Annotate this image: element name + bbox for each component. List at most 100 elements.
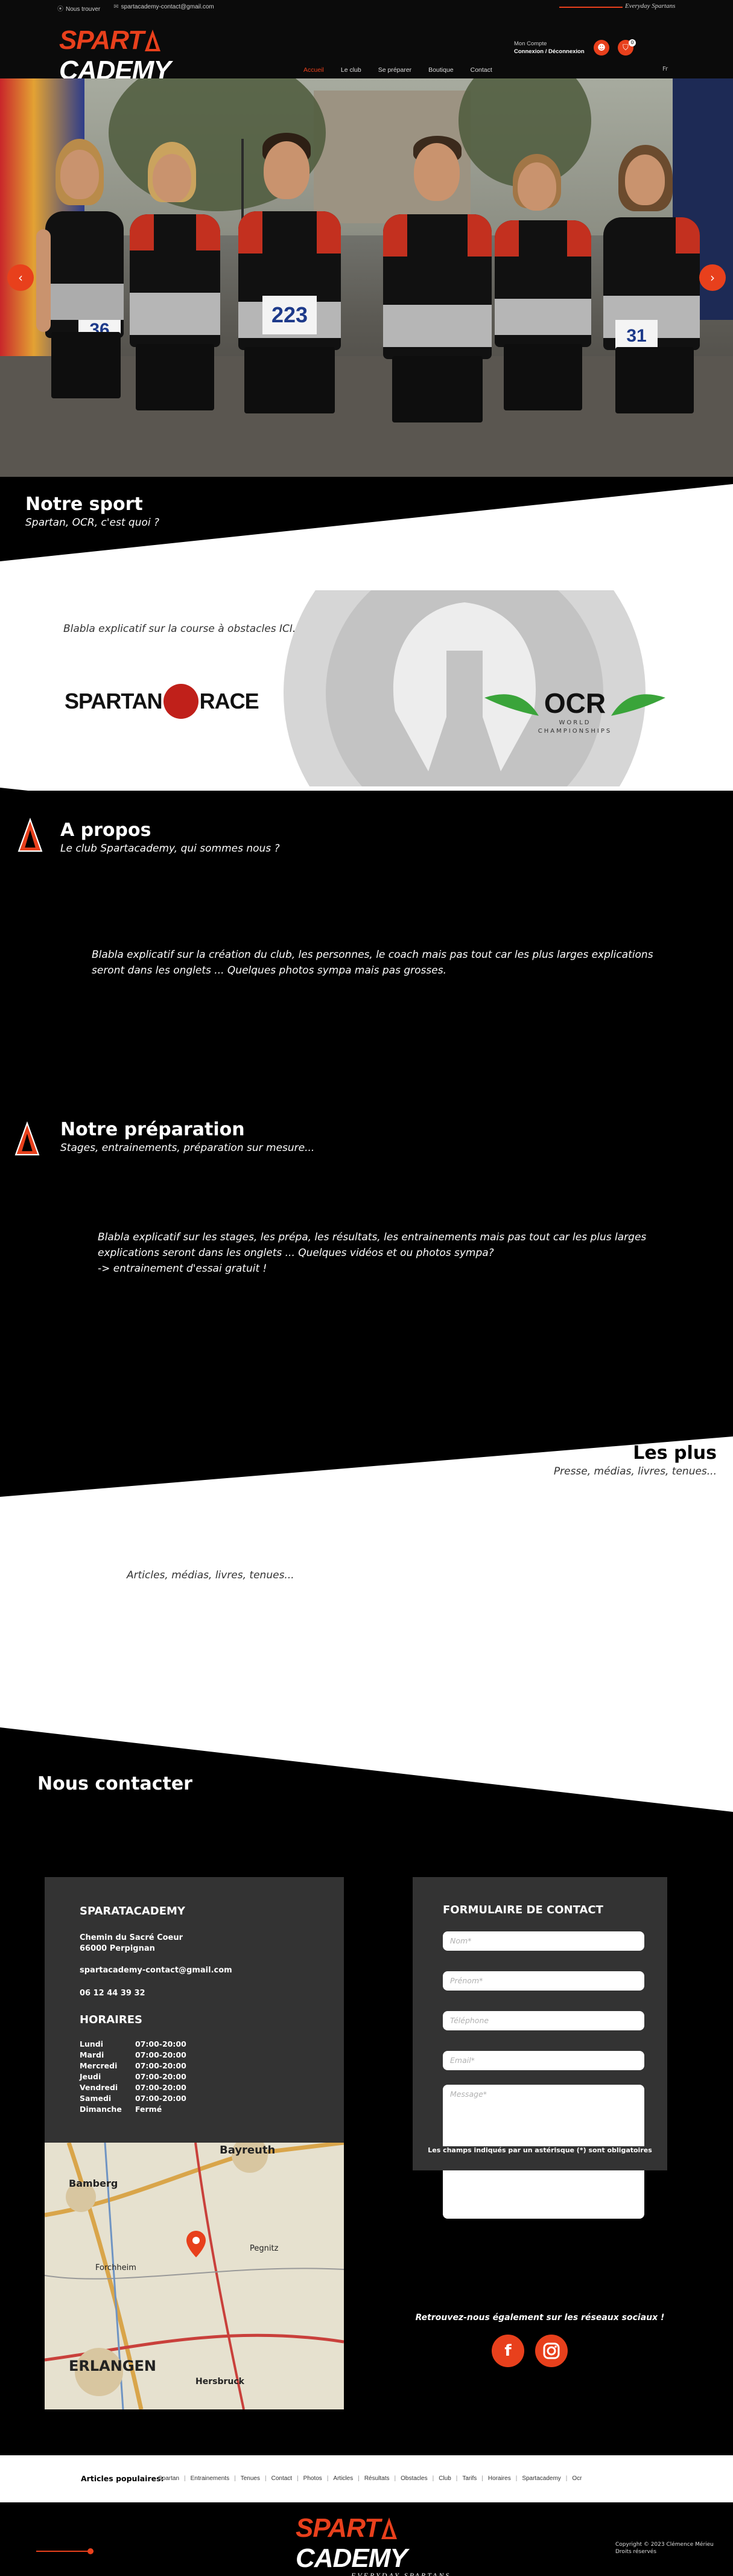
ocr-logo-text: OCR — [544, 687, 606, 719]
helmet-icon — [13, 1121, 41, 1159]
location-map[interactable]: Bayreuth Bamberg Forchheim Pegnitz ERLAN… — [45, 2143, 344, 2409]
popular-link[interactable]: Résultats — [364, 2475, 390, 2482]
hours-time: Fermé — [135, 2105, 162, 2114]
about-text-line2: seront dans les onglets ... Quelques pho… — [92, 964, 446, 977]
popular-link[interactable]: Club — [439, 2475, 451, 2482]
account-link[interactable]: Connexion / Déconnexion — [514, 48, 585, 55]
helmet-icon — [16, 817, 44, 855]
hours-time: 07:00-20:00 — [135, 2039, 186, 2048]
spartan-logo-text: SPARTAN — [65, 689, 163, 713]
nav-boutique[interactable]: Boutique — [428, 66, 453, 74]
footer-logo[interactable]: SPARTCADEMY EVERYDAY SPARTANS — [296, 2513, 462, 2576]
nav-se-preparer[interactable]: Se préparer — [378, 66, 411, 74]
instagram-icon[interactable] — [535, 2335, 568, 2367]
chevron-right-icon: › — [710, 270, 715, 285]
race-bib: 223 — [262, 296, 317, 334]
nav-le-club[interactable]: Le club — [341, 66, 361, 74]
plus-title: Les plus — [633, 1443, 717, 1464]
hours-day: Dimanche — [80, 2105, 122, 2114]
prep-text-line2: explications seront dans les onglets ...… — [98, 1247, 494, 1259]
hero-slider: 36 223 31 ‹ › — [0, 78, 733, 477]
copyright-text: Copyright © 2023 Clémence Mérieu — [615, 2542, 714, 2548]
spartan-helmet-icon — [163, 684, 198, 719]
nav-accueil[interactable]: Accueil — [303, 66, 324, 74]
ocr-logo-sub1: WORLD — [559, 719, 591, 726]
form-title: FORMULAIRE DE CONTACT — [443, 1904, 603, 1916]
hero-athlete: 36 — [36, 139, 139, 477]
hero-athlete: 223 — [232, 133, 347, 477]
hours-row: Samedi 07:00-20:00 — [80, 2093, 186, 2104]
helmet-icon — [144, 28, 162, 53]
slider-next-button[interactable]: › — [699, 264, 726, 291]
sport-panel: Blabla explicatif sur la course à obstac… — [57, 590, 670, 786]
sport-text: Blabla explicatif sur la course à obstac… — [63, 623, 296, 635]
hours-day: Vendredi — [80, 2083, 118, 2092]
hours-day: Samedi — [80, 2094, 112, 2103]
facebook-icon[interactable]: f — [492, 2335, 524, 2367]
spartan-race-logo: SPARTAN RACE — [65, 684, 259, 719]
contact-email[interactable]: spartacademy-contact@gmail.com — [80, 1965, 232, 1976]
footer-dot — [87, 2548, 94, 2554]
contact-form: FORMULAIRE DE CONTACT Nom* Prénom* Télép… — [413, 1877, 667, 2219]
language-switcher[interactable]: Fr — [662, 66, 668, 72]
hours-row: Dimanche Fermé — [80, 2104, 186, 2115]
hours-row: Mardi 07:00-20:00 — [80, 2050, 186, 2061]
map-pin-icon — [186, 2231, 206, 2260]
about-title: A propos — [60, 820, 151, 841]
form-required-note: Les champs indiqués par un astérisque (*… — [428, 2146, 652, 2154]
site-logo[interactable]: SPARTCADEMY EVERYDAY SPARTANS — [59, 25, 226, 92]
contact-form-footer: Les champs indiqués par un astérisque (*… — [413, 2146, 667, 2170]
popular-link[interactable]: Obstacles — [401, 2475, 427, 2482]
popular-link[interactable]: Spartan — [158, 2475, 179, 2482]
map-label: ERLANGEN — [69, 2358, 157, 2374]
firstname-field[interactable]: Prénom* — [443, 1971, 644, 1991]
top-info: ⦿ Nous trouver ✉ spartacademy-contact@gmai… — [57, 4, 214, 13]
prep-text-line3: -> entrainement d'essai gratuit ! — [98, 1263, 267, 1275]
email-field[interactable]: Email* — [443, 2051, 644, 2070]
user-icon[interactable]: ☻ — [594, 40, 609, 56]
hours-row: Lundi 07:00-20:00 — [80, 2039, 186, 2050]
email-link[interactable]: ✉ spartacademy-contact@gmail.com — [113, 4, 214, 13]
hours-row: Vendredi 07:00-20:00 — [80, 2082, 186, 2093]
popular-link[interactable]: Tarifs — [462, 2475, 477, 2482]
hours-day: Lundi — [80, 2039, 103, 2048]
hours-row: Mercredi 07:00-20:00 — [80, 2061, 186, 2071]
popular-link[interactable]: Tenues — [241, 2475, 260, 2482]
nav-contact[interactable]: Contact — [471, 66, 492, 74]
slogan: Everyday Spartans — [625, 2, 676, 10]
hours-time: 07:00-20:00 — [135, 2072, 186, 2081]
sport-subtitle: Spartan, OCR, c'est quoi ? — [25, 517, 160, 529]
about-subtitle: Le club Spartacademy, qui sommes nous ? — [60, 843, 280, 855]
address-link[interactable]: ⦿ Nous trouver — [57, 4, 100, 13]
race-logo-text: RACE — [199, 689, 259, 713]
popular-label: Articles populaires: — [81, 2474, 164, 2483]
account-block[interactable]: Mon Compte Connexion / Déconnexion — [514, 40, 585, 56]
prep-text-line1: Blabla explicatif sur les stages, les pr… — [98, 1231, 647, 1243]
rights-text: Droits réservés — [615, 2549, 657, 2555]
mail-icon: ✉ — [113, 4, 119, 10]
popular-link[interactable]: Entrainements — [191, 2475, 229, 2482]
cart-count-badge: 0 — [629, 39, 636, 46]
hero-athlete — [130, 142, 232, 477]
slider-prev-button[interactable]: ‹ — [7, 264, 34, 291]
phone-field[interactable]: Téléphone — [443, 2011, 644, 2030]
club-name: SPARATACADEMY — [80, 1905, 185, 1918]
contact-phone[interactable]: 06 12 44 39 32 — [80, 1988, 145, 1999]
prep-subtitle: Stages, entrainements, préparation sur m… — [60, 1142, 315, 1154]
prep-title: Notre préparation — [60, 1119, 245, 1140]
hours-table: Lundi 07:00-20:00 Mardi 07:00-20:00 Mercre… — [80, 2039, 186, 2115]
hours-row: Jeudi 07:00-20:00 — [80, 2071, 186, 2082]
popular-links: Spartan | Entrainements | Tenues | Contact |… — [158, 2475, 582, 2482]
name-field[interactable]: Nom* — [443, 1931, 644, 1951]
hero-athlete: 31 — [603, 145, 706, 477]
popular-link[interactable]: Articles — [333, 2475, 353, 2482]
popular-link[interactable]: Horaires — [488, 2475, 511, 2482]
popular-link[interactable]: Ocr — [572, 2475, 582, 2482]
account-label: Mon Compte — [514, 40, 547, 47]
address-line2: 66000 Perpignan — [80, 1944, 155, 1953]
chevron-left-icon: ‹ — [18, 270, 23, 285]
hours-time: 07:00-20:00 — [135, 2094, 186, 2103]
popular-link[interactable]: Photos — [303, 2475, 322, 2482]
popular-link[interactable]: Spartacademy — [522, 2475, 560, 2482]
popular-link[interactable]: Contact — [271, 2475, 292, 2482]
